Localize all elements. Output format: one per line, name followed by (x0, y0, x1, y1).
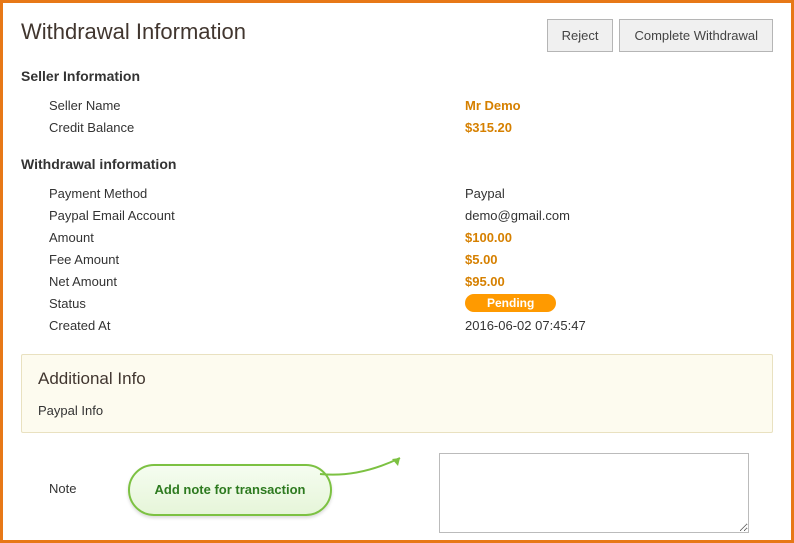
seller-section-heading: Seller Information (21, 68, 773, 84)
credit-balance-label: Credit Balance (49, 120, 465, 135)
seller-name-row: Seller Name Mr Demo (49, 94, 773, 116)
seller-information-section: Seller Information Seller Name Mr Demo C… (21, 68, 773, 138)
status-value-wrap: Pending (465, 294, 556, 312)
status-label: Status (49, 296, 465, 311)
seller-info-table: Seller Name Mr Demo Credit Balance $315.… (49, 94, 773, 138)
additional-info-panel: Additional Info Paypal Info (21, 354, 773, 433)
withdrawal-information-panel: Withdrawal Information Reject Complete W… (0, 0, 794, 543)
paypal-email-label: Paypal Email Account (49, 208, 465, 223)
fee-amount-row: Fee Amount $5.00 (49, 248, 773, 270)
payment-method-label: Payment Method (49, 186, 465, 201)
payment-method-row: Payment Method Paypal (49, 182, 773, 204)
fee-amount-label: Fee Amount (49, 252, 465, 267)
page-title: Withdrawal Information (21, 19, 246, 45)
payment-method-value: Paypal (465, 186, 505, 201)
note-label: Note (49, 453, 439, 496)
paypal-info-label: Paypal Info (38, 403, 756, 418)
net-amount-value: $95.00 (465, 274, 505, 289)
note-row: Note (49, 453, 773, 533)
action-buttons: Reject Complete Withdrawal (547, 19, 773, 52)
status-badge: Pending (465, 294, 556, 312)
amount-label: Amount (49, 230, 465, 245)
additional-info-title: Additional Info (38, 369, 756, 389)
fee-amount-value: $5.00 (465, 252, 498, 267)
paypal-email-value: demo@gmail.com (465, 208, 570, 223)
created-at-value: 2016-06-02 07:45:47 (465, 318, 586, 333)
complete-withdrawal-button[interactable]: Complete Withdrawal (619, 19, 773, 52)
created-at-label: Created At (49, 318, 465, 333)
withdrawal-info-table: Payment Method Paypal Paypal Email Accou… (49, 182, 773, 336)
paypal-email-row: Paypal Email Account demo@gmail.com (49, 204, 773, 226)
seller-name-value: Mr Demo (465, 98, 521, 113)
withdrawal-information-section: Withdrawal information Payment Method Pa… (21, 156, 773, 336)
amount-value: $100.00 (465, 230, 512, 245)
amount-row: Amount $100.00 (49, 226, 773, 248)
status-row: Status Pending (49, 292, 773, 314)
net-amount-row: Net Amount $95.00 (49, 270, 773, 292)
created-at-row: Created At 2016-06-02 07:45:47 (49, 314, 773, 336)
credit-balance-row: Credit Balance $315.20 (49, 116, 773, 138)
reject-button[interactable]: Reject (547, 19, 614, 52)
withdrawal-section-heading: Withdrawal information (21, 156, 773, 172)
header-bar: Withdrawal Information Reject Complete W… (21, 19, 773, 52)
credit-balance-value: $315.20 (465, 120, 512, 135)
note-textarea[interactable] (439, 453, 749, 533)
net-amount-label: Net Amount (49, 274, 465, 289)
seller-name-label: Seller Name (49, 98, 465, 113)
